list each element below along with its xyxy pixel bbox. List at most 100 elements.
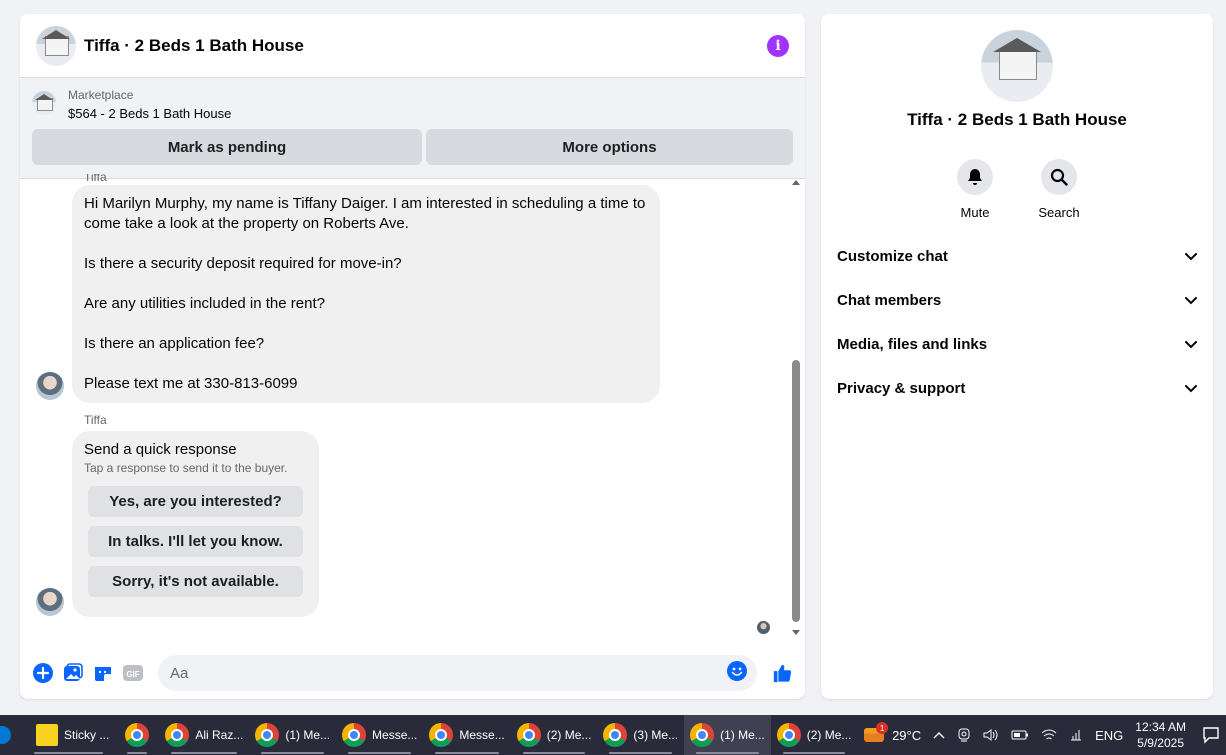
message-line <box>84 274 648 294</box>
taskbar-app-chrome-window[interactable]: Ali Raz... <box>159 715 249 755</box>
network-icon[interactable] <box>1069 728 1083 742</box>
sticker-icon[interactable] <box>93 663 113 683</box>
photo-icon[interactable] <box>63 663 83 683</box>
search-icon[interactable] <box>1041 159 1077 195</box>
app-icon-partial[interactable] <box>0 715 22 755</box>
weather-temperature: 29°C <box>892 727 922 743</box>
notification-icon[interactable] <box>1202 726 1220 744</box>
conversation-avatar[interactable] <box>36 25 76 66</box>
profile-name: Tiffa · 2 Beds 1 Bath House <box>907 110 1127 129</box>
section-privacy-support[interactable]: Privacy & support <box>821 366 1213 410</box>
message-list: Tiffa Hi Marilyn Murphy, my name is Tiff… <box>20 174 805 644</box>
taskbar-app-label: Messe... <box>459 728 505 742</box>
battery-icon[interactable] <box>1011 729 1029 741</box>
taskbar-app-chrome-window[interactable]: (2) Me... <box>771 715 858 755</box>
windows-taskbar: Sticky ... Ali Raz... (1) Me... Messe...… <box>0 715 1226 755</box>
message-line <box>84 354 648 374</box>
taskbar-app-chrome-window[interactable]: Messe... <box>423 715 510 755</box>
chrome-icon <box>255 723 280 747</box>
speaker-icon[interactable] <box>983 728 999 742</box>
mark-as-pending-button[interactable]: Mark as pending <box>32 129 422 165</box>
profile-avatar[interactable] <box>981 30 1053 102</box>
chevron-down-icon <box>1185 380 1197 397</box>
chrome-icon <box>429 723 454 747</box>
clock-time: 12:34 AM <box>1135 720 1186 734</box>
message-line: Is there a security deposit required for… <box>84 255 402 272</box>
sender-avatar[interactable] <box>36 372 64 400</box>
message-input[interactable] <box>170 664 727 682</box>
wifi-icon[interactable] <box>1041 728 1057 742</box>
section-customize-chat[interactable]: Customize chat <box>821 234 1213 278</box>
listing-title[interactable]: $564 - 2 Beds 1 Bath House <box>68 106 231 121</box>
plus-icon[interactable] <box>33 663 53 683</box>
notification-badge: 1 <box>876 722 889 734</box>
quick-response-in-talks-button[interactable]: In talks. I'll let you know. <box>88 526 303 557</box>
emoji-icon[interactable] <box>727 660 747 686</box>
svg-text:GIF: GIF <box>126 670 139 679</box>
chrome-icon <box>776 723 801 747</box>
taskbar-app-chrome-window-active[interactable]: (1) Me... <box>684 715 771 755</box>
quick-response-card: Send a quick response Tap a response to … <box>72 431 319 617</box>
taskbar-app-chrome[interactable] <box>115 715 159 755</box>
message-input-container[interactable] <box>158 655 757 691</box>
message-line: Is there an application fee? <box>84 335 265 352</box>
taskbar-app-label: Messe... <box>372 728 418 742</box>
taskbar-app-chrome-window[interactable]: (1) Me... <box>249 715 336 755</box>
mute-label: Mute <box>960 205 990 220</box>
section-chat-members[interactable]: Chat members <box>821 278 1213 322</box>
taskbar-app-chrome-window[interactable]: Messe... <box>336 715 423 755</box>
scroll-thumb[interactable] <box>792 360 800 622</box>
clock[interactable]: 12:34 AM 5/9/2025 <box>1135 719 1186 751</box>
taskbar-app-label: Ali Raz... <box>195 728 244 742</box>
marketplace-label: Marketplace <box>68 88 134 102</box>
chrome-icon <box>603 723 628 747</box>
chat-title[interactable]: Tiffa · 2 Beds 1 Bath House <box>84 36 304 56</box>
chevron-down-icon <box>1185 336 1197 353</box>
taskbar-app-label: (2) Me... <box>806 728 852 742</box>
taskbar-app-sticky-notes[interactable]: Sticky ... <box>22 715 115 755</box>
sender-avatar[interactable] <box>36 588 64 616</box>
chrome-icon <box>342 723 367 747</box>
chevron-up-icon[interactable] <box>933 731 945 739</box>
section-label: Media, files and links <box>837 335 988 353</box>
search-button[interactable]: Search <box>1035 159 1083 220</box>
language-indicator[interactable]: ENG <box>1095 728 1123 743</box>
listing-thumbnail[interactable] <box>32 91 56 115</box>
weather-widget[interactable]: 1 29°C <box>864 722 922 743</box>
bell-icon[interactable] <box>957 159 993 195</box>
chrome-icon <box>165 723 190 747</box>
taskbar-app-label: (2) Me... <box>546 728 592 742</box>
taskbar-app-label: Sticky ... <box>64 728 110 742</box>
chat-panel: Tiffa · 2 Beds 1 Bath House i Marketplac… <box>20 14 805 699</box>
section-label: Privacy & support <box>837 379 966 397</box>
message-composer: GIF <box>20 647 805 699</box>
search-label: Search <box>1038 205 1080 220</box>
sender-name: Tiffa <box>84 413 107 427</box>
taskbar-app-chrome-window[interactable]: (3) Me... <box>597 715 684 755</box>
quick-response-title: Send a quick response <box>84 441 237 458</box>
section-label: Customize chat <box>837 247 948 265</box>
section-label: Chat members <box>837 291 942 309</box>
camera-icon[interactable] <box>957 728 971 742</box>
info-sections: Customize chat Chat members Media, files… <box>821 234 1213 410</box>
taskbar-app-label: (3) Me... <box>633 728 679 742</box>
scroll-up-arrow-icon[interactable] <box>792 180 800 185</box>
info-icon[interactable]: i <box>767 34 789 57</box>
scroll-down-arrow-icon[interactable] <box>792 630 800 635</box>
seen-indicator-avatar <box>757 621 770 634</box>
message-line: Are any utilities included in the rent? <box>84 295 325 312</box>
quick-response-not-available-button[interactable]: Sorry, it's not available. <box>88 566 303 597</box>
message-scrollbar[interactable] <box>791 180 801 635</box>
thumbs-up-icon[interactable] <box>772 663 792 683</box>
section-media-files-links[interactable]: Media, files and links <box>821 322 1213 366</box>
mute-button[interactable]: Mute <box>951 159 999 220</box>
quick-response-yes-button[interactable]: Yes, are you interested? <box>88 486 303 517</box>
quick-response-subtitle: Tap a response to send it to the buyer. <box>84 461 288 475</box>
taskbar-app-chrome-window[interactable]: (2) Me... <box>511 715 598 755</box>
message-line <box>84 234 648 254</box>
gif-icon[interactable]: GIF <box>123 663 143 683</box>
system-tray: 1 29°C ENG 12:34 AM 5/9/2025 <box>858 715 1226 755</box>
more-options-button[interactable]: More options <box>426 129 793 165</box>
clock-date: 5/9/2025 <box>1137 736 1184 750</box>
chevron-down-icon <box>1185 292 1197 309</box>
